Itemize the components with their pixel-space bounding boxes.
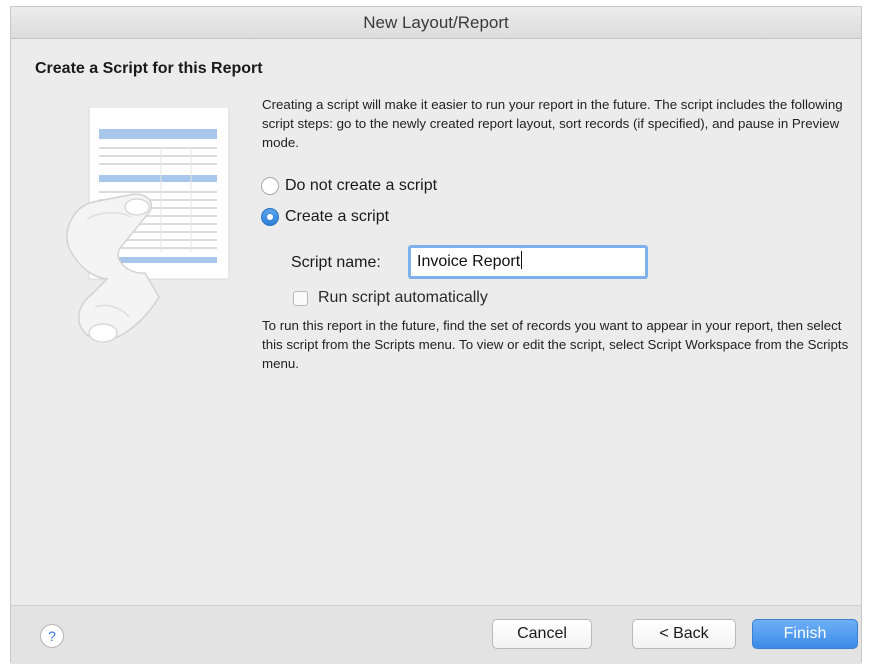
run-automatically-option[interactable]: Run script automatically [293,289,488,307]
script-name-label: Script name: [291,254,381,271]
usage-note: To run this report in the future, find t… [262,318,849,371]
script-name-value: Invoice Report [417,253,521,270]
text-caret [521,251,523,269]
help-icon[interactable]: ? [40,624,64,648]
dialog-button-bar: ? Cancel < Back Finish [11,605,861,664]
radio-button-selected-icon[interactable] [261,208,279,226]
window-title: New Layout/Report [11,7,861,39]
run-automatically-checkbox[interactable] [293,290,308,306]
finish-button[interactable]: Finish [752,619,858,649]
cancel-button[interactable]: Cancel [492,619,592,649]
script-name-input[interactable]: Invoice Report [408,245,648,279]
option-no-script-label: Do not create a script [285,177,438,194]
report-scroll-icon [66,106,230,343]
option-no-script[interactable]: Do not create a script [261,177,437,195]
report-script-illustration-icon [51,106,241,372]
new-layout-report-dialog: New Layout/Report Create a Script for th… [10,6,862,664]
page-heading: Create a Script for this Report [35,60,263,77]
run-automatically-label: Run script automatically [318,289,488,306]
option-create-script[interactable]: Create a script [261,208,389,226]
option-create-script-label: Create a script [285,208,390,225]
back-button[interactable]: < Back [632,619,736,649]
radio-button-unselected-icon[interactable] [261,177,279,195]
intro-description: Creating a script will make it easier to… [262,97,843,150]
